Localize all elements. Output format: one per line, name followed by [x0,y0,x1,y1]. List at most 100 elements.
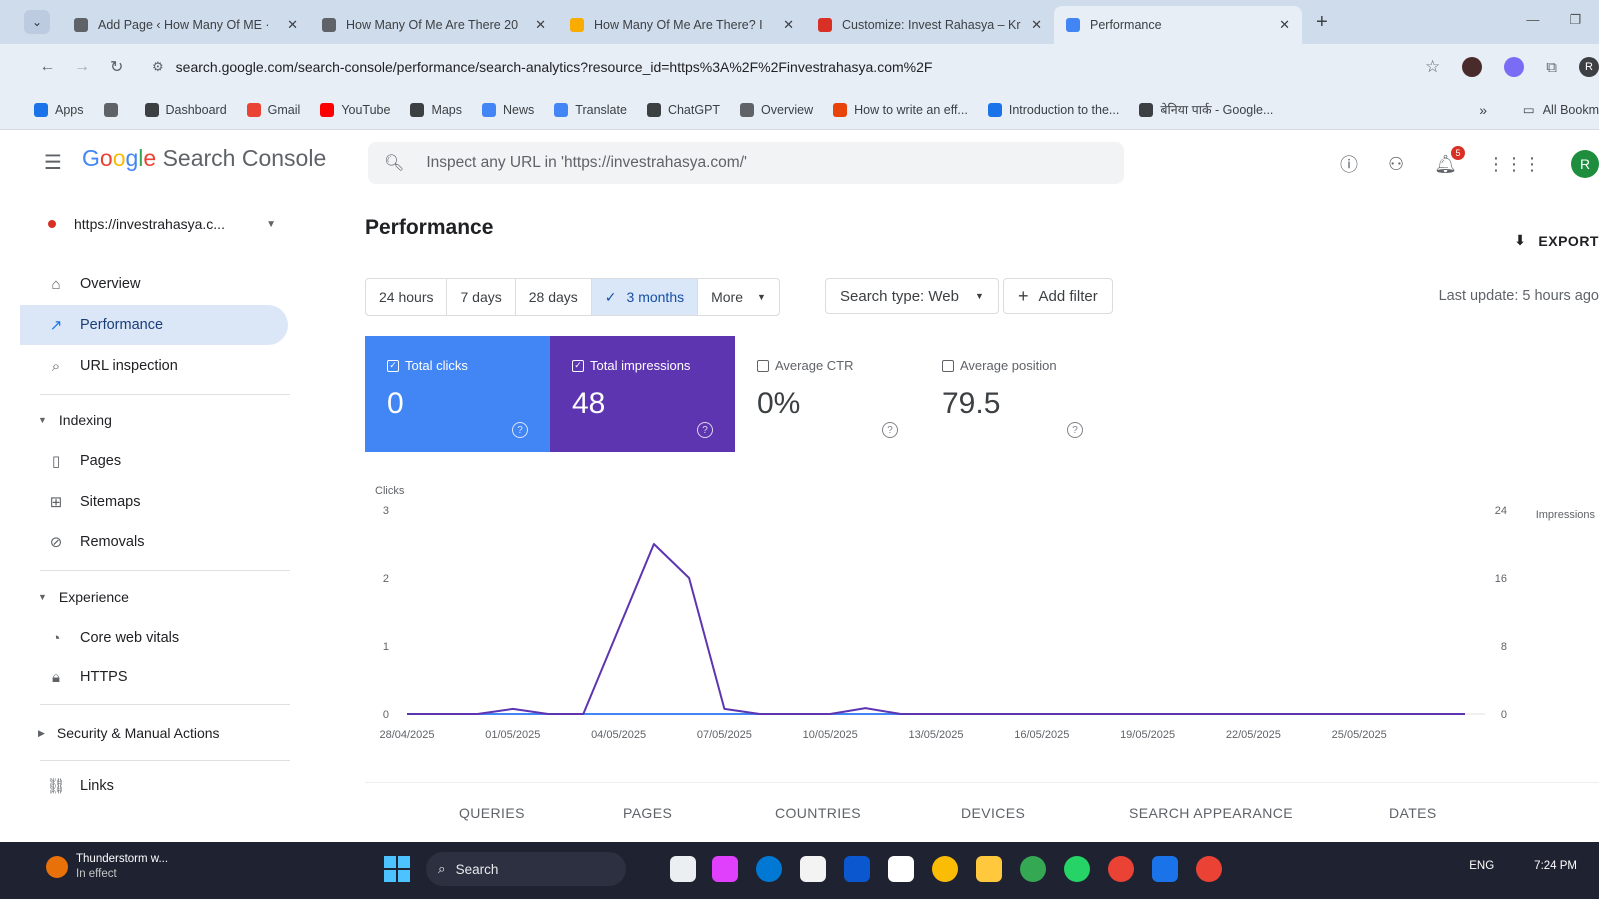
metric-card-total-clicks[interactable]: ✓ Total clicks 0 ? [365,336,550,452]
bookmarks-more-button[interactable]: » [1479,102,1487,118]
property-selector[interactable]: https://investrahasya.c... ▼ [32,204,288,244]
sidebar-item-removals[interactable]: ⊘ Removals [20,522,288,562]
account-avatar[interactable]: R [1571,150,1599,178]
new-tab-button[interactable]: + [1316,11,1328,34]
docs-icon[interactable] [1152,856,1178,882]
close-tab-icon[interactable]: ✕ [1031,17,1042,33]
browser-tab[interactable]: How Many Of Me Are There? I ✕ [558,6,806,44]
forward-icon[interactable]: → [65,58,100,76]
taskbar-search[interactable]: ⌕ Search [426,852,626,886]
bookmark-item[interactable]: Gmail [246,102,300,117]
url-inspect-search[interactable]: 🔍︎ Inspect any URL in 'https://investrah… [368,142,1124,184]
close-tab-icon[interactable]: ✕ [783,17,794,33]
sidebar-group-experience[interactable]: ▼ Experience [38,589,129,605]
tab-search-chevron-icon[interactable]: ⌄ [24,10,50,34]
site-info-icon[interactable]: ⚙ [152,59,164,75]
add-filter-button[interactable]: + Add filter [1003,278,1113,314]
date-range-24h[interactable]: 24 hours [366,279,448,315]
tab-pages[interactable]: PAGES [623,805,672,821]
date-range-more[interactable]: More ▼ [698,279,779,315]
help-icon[interactable]: ⓘ [1340,151,1358,177]
app-tv-icon[interactable] [888,856,914,882]
sidebar-item-url-inspection[interactable]: ⌕ URL inspection [20,346,288,386]
minimize-icon[interactable]: — [1526,12,1539,28]
tab-devices[interactable]: DEVICES [961,805,1025,821]
back-icon[interactable]: ← [30,58,65,76]
date-range-28d[interactable]: 28 days [516,279,592,315]
help-icon[interactable]: ? [882,422,898,438]
tab-queries[interactable]: QUERIES [459,805,525,821]
chrome-icon[interactable] [932,856,958,882]
weather-widget[interactable]: Thunderstorm w... In effect [46,852,168,882]
metric-card-average-ctr[interactable]: Average CTR 0% ? [735,336,920,452]
bookmark-item[interactable]: Maps [410,102,462,117]
edge-icon[interactable] [756,856,782,882]
store-icon[interactable] [800,856,826,882]
sidebar-item-sitemaps[interactable]: ⊞ Sitemaps [20,482,288,522]
bookmark-item[interactable]: ChatGPT [646,102,720,117]
bookmark-item[interactable]: Introduction to the... [987,102,1119,117]
browser-tab[interactable]: Add Page ‹ How Many Of ME · ✕ [62,6,310,44]
bookmark-item[interactable]: Dashboard [144,102,227,117]
browser-tab[interactable]: Performance ✕ [1054,6,1302,44]
close-tab-icon[interactable]: ✕ [535,17,546,33]
sidebar-item-https[interactable]: 🔒︎ HTTPS [20,657,288,697]
help-icon[interactable]: ? [697,422,713,438]
browser-tab[interactable]: How Many Of Me Are There 20 ✕ [310,6,558,44]
sidebar-item-overview[interactable]: ⌂ Overview [20,264,288,304]
bookmark-item[interactable]: YouTube [320,102,390,117]
whatsapp-icon[interactable] [1064,856,1090,882]
search-type-dropdown[interactable]: Search type: Web ▼ [825,278,999,314]
menu-icon[interactable]: ☰ [44,150,62,175]
reload-icon[interactable]: ↻ [99,57,134,77]
app-l-icon[interactable] [844,856,870,882]
close-tab-icon[interactable]: ✕ [1279,17,1290,33]
bookmark-item[interactable]: Translate [554,102,627,117]
copilot-icon[interactable] [712,856,738,882]
manage-users-icon[interactable]: ⚇ [1388,154,1404,175]
clock[interactable]: 7:24 PM [1534,860,1577,872]
close-tab-icon[interactable]: ✕ [287,17,298,33]
extension-icon[interactable] [1462,57,1483,77]
browser-tab[interactable]: Customize: Invest Rahasya – Kr ✕ [806,6,1054,44]
chrome-profile-icon[interactable] [1020,856,1046,882]
sidebar-group-security[interactable]: ▶ Security & Manual Actions [38,725,220,741]
start-button-icon[interactable] [384,856,410,882]
apps-grid-icon[interactable]: ⋮⋮⋮ [1487,154,1541,175]
file-explorer-icon[interactable] [670,856,696,882]
export-button[interactable]: ⬇ EXPORT [1514,232,1599,249]
chrome-profile-icon[interactable] [1108,856,1134,882]
maximize-icon[interactable]: ❐ [1569,12,1581,28]
tab-search-appearance[interactable]: SEARCH APPEARANCE [1129,805,1293,821]
bookmark-item[interactable]: Overview [740,102,813,117]
bookmark-star-icon[interactable]: ☆ [1425,57,1440,77]
sidebar-group-indexing[interactable]: ▼ Indexing [38,412,112,428]
sidebar-item-links[interactable]: ⛓ Links [20,766,288,806]
language-indicator[interactable]: ENG [1469,860,1494,872]
folder-icon[interactable] [976,856,1002,882]
extension-icon[interactable] [1504,57,1525,77]
notifications-icon[interactable]: 🔔︎ 5 [1434,145,1465,175]
metric-card-average-position[interactable]: Average position 79.5 ? [920,336,1105,452]
address-bar[interactable]: ⚙ search.google.com/search-console/perfo… [142,51,1386,83]
sidebar-item-performance[interactable]: ↗ Performance [20,305,288,345]
help-icon[interactable]: ? [512,422,528,438]
all-bookmarks-button[interactable]: ▭ All Bookm [1523,102,1599,118]
date-range-7d[interactable]: 7 days [447,279,516,315]
help-icon[interactable]: ? [1067,422,1083,438]
tab-countries[interactable]: COUNTRIES [775,805,861,821]
search-console-logo[interactable]: Google Search Console [82,145,326,172]
chrome-profile-icon[interactable] [1196,856,1222,882]
bookmark-item[interactable]: बेनिया पार्क - Google... [1139,101,1273,118]
metric-card-total-impressions[interactable]: ✓ Total impressions 48 ? [550,336,735,452]
bookmark-item[interactable] [103,102,125,117]
tab-dates[interactable]: DATES [1389,805,1437,821]
date-range-3m[interactable]: ✓ 3 months [591,279,699,315]
bookmark-item[interactable]: How to write an eff... [833,102,968,117]
sidebar-item-pages[interactable]: ▯ Pages [20,441,288,481]
sidebar-item-core-web-vitals[interactable]: ◔ Core web vitals [20,618,288,658]
extensions-puzzle-icon[interactable]: ⧉ [1546,59,1557,76]
bookmark-item[interactable]: Apps [34,102,84,117]
bookmark-item[interactable]: News [482,102,534,117]
profile-avatar[interactable]: R [1578,57,1599,77]
